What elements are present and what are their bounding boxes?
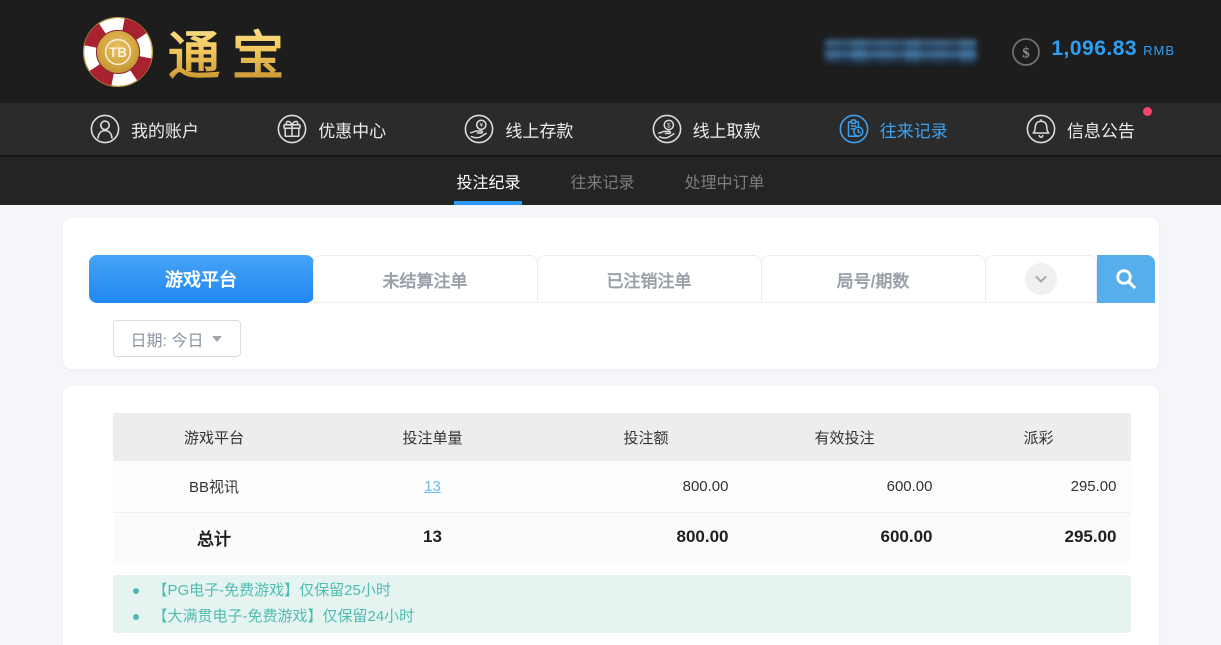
table-row: BB视讯 13 800.00 600.00 295.00 bbox=[112, 461, 1131, 513]
total-count: 13 bbox=[315, 512, 550, 562]
balance-currency: RMB bbox=[1143, 42, 1175, 58]
notification-dot bbox=[1142, 107, 1152, 116]
filter-tab-cancelled[interactable]: 已注销注单 bbox=[536, 255, 762, 303]
sub-navigation: 投注纪录 往来记录 处理中订单 bbox=[0, 155, 1221, 205]
nav-item-promotions[interactable]: 优惠中心 bbox=[277, 114, 386, 144]
total-payout: 295.00 bbox=[946, 512, 1131, 562]
results-card: 游戏平台 投注单量 投注额 有效投注 派彩 BB视讯 13 800.00 600… bbox=[62, 386, 1159, 645]
bell-icon bbox=[1026, 114, 1056, 144]
cell-bet-amount: 800.00 bbox=[549, 461, 743, 513]
svg-text:$: $ bbox=[667, 122, 671, 129]
nav-label: 往来记录 bbox=[879, 121, 948, 141]
cell-payout: 295.00 bbox=[946, 461, 1131, 513]
nav-label: 我的账户 bbox=[131, 121, 199, 141]
notice-item: 【大满贯电子-免费游戏】仅保留24小时 bbox=[113, 604, 1131, 630]
subtab-transaction-records[interactable]: 往来记录 bbox=[568, 157, 636, 205]
page-content: 游戏平台 未结算注单 已注销注单 局号/期数 日期: 今日 游戏平台 投注单量 … bbox=[0, 205, 1221, 645]
nav-item-announcements[interactable]: 信息公告 bbox=[1026, 107, 1152, 144]
notice-text: 【PG电子-免费游戏】仅保留25小时 bbox=[152, 582, 391, 599]
nav-label: 线上取款 bbox=[692, 121, 761, 141]
search-icon bbox=[1115, 269, 1136, 289]
col-header-valid-bet: 有效投注 bbox=[742, 413, 947, 461]
caret-down-icon bbox=[212, 335, 223, 342]
balance-display: $ 1,096.83 RMB bbox=[1011, 37, 1175, 67]
search-button[interactable] bbox=[1096, 255, 1155, 303]
user-icon bbox=[90, 114, 120, 144]
cell-valid-bet: 600.00 bbox=[742, 461, 947, 513]
filter-tabs-row: 游戏平台 未结算注单 已注销注单 局号/期数 bbox=[88, 255, 1159, 303]
logo-badge-text: TB bbox=[109, 45, 127, 60]
filter-tab-unsettled[interactable]: 未结算注单 bbox=[312, 255, 538, 303]
nav-item-withdraw[interactable]: $ 线上取款 bbox=[652, 114, 761, 144]
filter-dropdown[interactable] bbox=[984, 255, 1097, 303]
total-bet-amount: 800.00 bbox=[549, 512, 743, 562]
svg-text:$: $ bbox=[1023, 45, 1031, 61]
balance-amount: 1,096.83 bbox=[1051, 36, 1138, 60]
notice-item: 【PG电子-免费游戏】仅保留25小时 bbox=[113, 578, 1131, 604]
main-navigation: 我的账户 优惠中心 ¥ 线上存款 $ 线上取款 往来记录 信息公告 bbox=[0, 103, 1221, 155]
nav-label: 线上存款 bbox=[505, 121, 574, 141]
bet-summary-table: 游戏平台 投注单量 投注额 有效投注 派彩 BB视讯 13 800.00 600… bbox=[112, 413, 1131, 562]
subtab-betting-records[interactable]: 投注纪录 bbox=[454, 157, 523, 205]
logo-wordmark: 通宝 bbox=[168, 14, 296, 89]
bullet-icon bbox=[132, 614, 139, 620]
col-header-payout: 派彩 bbox=[946, 413, 1131, 461]
nav-label: 信息公告 bbox=[1066, 121, 1135, 141]
date-filter-button[interactable]: 日期: 今日 bbox=[112, 320, 241, 357]
casino-chip-icon: TB bbox=[83, 16, 153, 87]
nav-item-deposit[interactable]: ¥ 线上存款 bbox=[464, 114, 573, 144]
date-filter-label: 日期: 今日 bbox=[130, 332, 204, 350]
table-header-row: 游戏平台 投注单量 投注额 有效投注 派彩 bbox=[112, 413, 1131, 461]
gift-icon bbox=[277, 114, 307, 144]
total-label: 总计 bbox=[112, 512, 316, 562]
bullet-icon bbox=[132, 588, 139, 594]
notice-box: 【PG电子-免费游戏】仅保留25小时 【大满贯电子-免费游戏】仅保留24小时 bbox=[112, 575, 1131, 633]
total-valid-bet: 600.00 bbox=[742, 512, 947, 562]
subtab-processing-orders[interactable]: 处理中订单 bbox=[683, 157, 767, 205]
col-header-platform: 游戏平台 bbox=[112, 413, 316, 461]
notice-text: 【大满贯电子-免费游戏】仅保留24小时 bbox=[152, 608, 415, 625]
col-header-bet-count: 投注单量 bbox=[315, 413, 550, 461]
filter-tab-round-number[interactable]: 局号/期数 bbox=[760, 255, 986, 303]
filter-card: 游戏平台 未结算注单 已注销注单 局号/期数 日期: 今日 bbox=[62, 218, 1159, 369]
chevron-down-icon bbox=[1024, 263, 1057, 295]
dollar-coin-icon: $ bbox=[1012, 37, 1041, 66]
deposit-icon: ¥ bbox=[464, 114, 494, 144]
nav-label: 优惠中心 bbox=[318, 121, 387, 141]
username-redacted bbox=[825, 40, 978, 63]
filter-tab-game-platform[interactable]: 游戏平台 bbox=[88, 255, 314, 303]
table-total-row: 总计 13 800.00 600.00 295.00 bbox=[112, 512, 1131, 562]
bet-count-link[interactable]: 13 bbox=[424, 478, 441, 495]
svg-text:¥: ¥ bbox=[480, 122, 484, 129]
col-header-bet-amount: 投注额 bbox=[549, 413, 743, 461]
nav-item-records[interactable]: 往来记录 bbox=[839, 114, 948, 144]
cell-platform: BB视讯 bbox=[112, 461, 316, 513]
records-icon bbox=[839, 114, 869, 144]
nav-item-my-account[interactable]: 我的账户 bbox=[90, 114, 199, 144]
site-logo[interactable]: TB 通宝 bbox=[82, 14, 296, 89]
top-header: TB 通宝 $ 1,096.83 RMB bbox=[0, 0, 1221, 103]
withdraw-icon: $ bbox=[652, 114, 681, 144]
